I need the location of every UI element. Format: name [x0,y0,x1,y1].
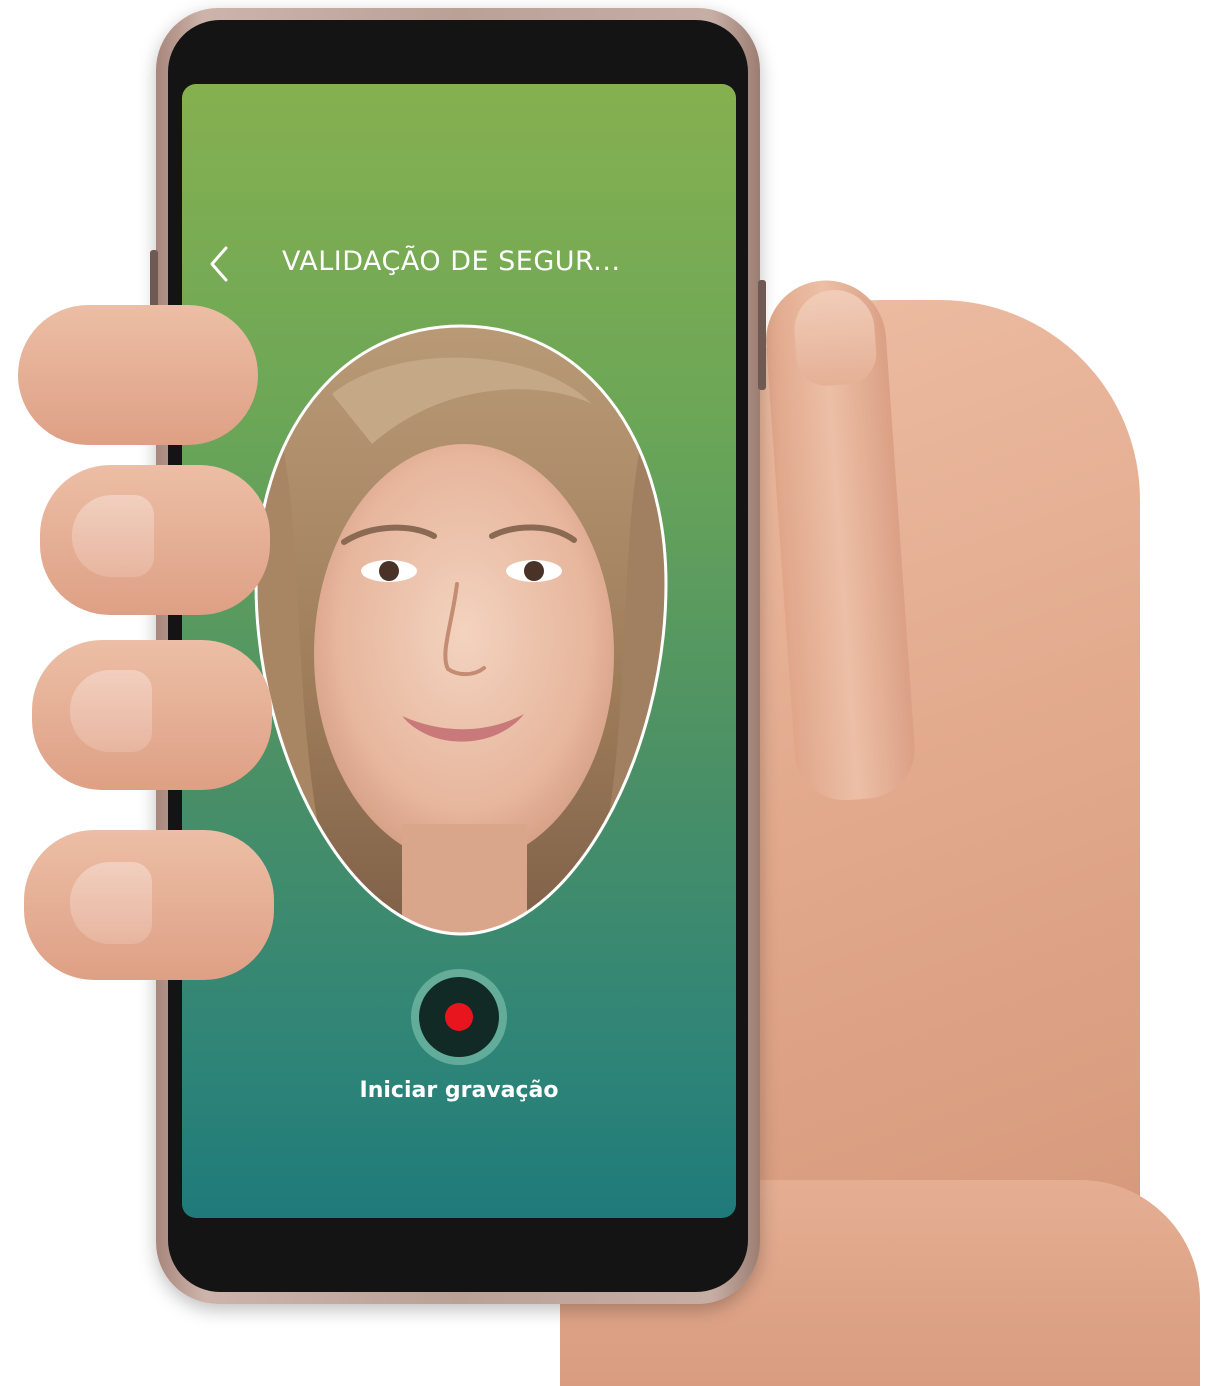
phone-side-button [758,280,766,390]
finger-nail [70,862,152,944]
page-title: VALIDAÇÃO DE SEGUR... [282,246,621,277]
record-label: Iniciar gravação [359,1078,559,1103]
face-capture-oval [254,324,668,936]
chevron-left-icon[interactable] [202,242,238,286]
record-button[interactable] [411,969,507,1065]
app-header: VALIDAÇÃO DE SEGUR... [182,234,736,294]
finger-nail [70,670,152,752]
record-button-inner [419,977,499,1057]
finger-nail [72,495,154,577]
record-dot-icon [445,1003,473,1031]
hand-index-finger [18,305,258,445]
stage: VALIDAÇÃO DE SEGUR... Iniciar gravação [0,0,1223,1386]
hand-ring-finger [32,640,272,790]
phone-screen: VALIDAÇÃO DE SEGUR... Iniciar gravação [182,84,736,1218]
